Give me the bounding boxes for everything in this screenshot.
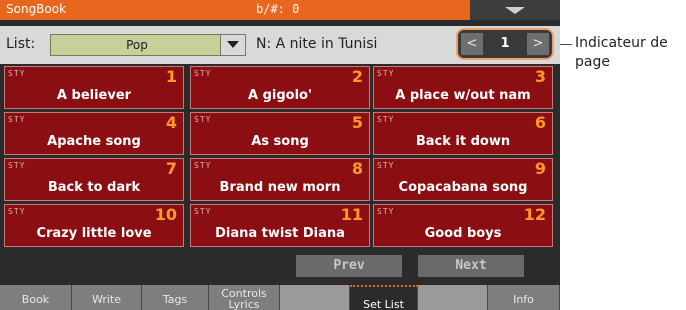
next-button[interactable]: Next — [418, 255, 524, 277]
menu-arrow-icon — [505, 7, 525, 14]
nav-bar: Prev Next — [0, 250, 560, 284]
tile-number: 12 — [523, 205, 546, 224]
sty-badge: STY — [8, 69, 26, 78]
songbook-grid: STY 1 A believer STY 2 A gigolo' STY 3 A… — [4, 64, 557, 249]
prev-button[interactable]: Prev — [296, 255, 402, 277]
page-menu-button[interactable] — [470, 0, 560, 20]
transpose-indicator: b/#: 0 — [256, 2, 300, 16]
tile-number: 5 — [351, 113, 363, 132]
tab-label: Tags — [162, 293, 188, 306]
tab-tags[interactable]: Tags — [142, 285, 209, 310]
sty-badge: STY — [377, 115, 395, 124]
tile-number: 11 — [340, 205, 363, 224]
tab-label: Set List — [363, 298, 404, 310]
annotation-leader-line — [560, 44, 572, 45]
chevron-down-icon — [227, 41, 239, 48]
song-tile[interactable]: STY 7 Back to dark — [4, 158, 184, 201]
tile-title: Copacabana song — [398, 180, 528, 195]
tile-title: Diana twist Diana — [215, 226, 345, 241]
tab-label: Info — [513, 293, 534, 306]
sty-badge: STY — [8, 115, 26, 124]
sty-badge: STY — [8, 207, 26, 216]
list-label: List: — [6, 36, 36, 52]
sty-badge: STY — [8, 161, 26, 170]
list-name: N: A nite in Tunisi — [256, 36, 377, 52]
sty-badge: STY — [194, 69, 212, 78]
tile-number: 7 — [165, 159, 177, 178]
song-tile[interactable]: STY 3 A place w/out nam — [373, 66, 553, 109]
tile-number: 2 — [351, 67, 363, 86]
tile-number: 6 — [534, 113, 546, 132]
tile-title: Brand new morn — [219, 180, 341, 195]
tab-label: Write — [91, 293, 122, 306]
list-name-prefix: N: — [256, 36, 276, 52]
tab-controls-lyrics[interactable]: Controls Lyrics — [209, 285, 280, 310]
tile-title: A gigolo' — [248, 88, 312, 103]
tile-title: Good boys — [424, 226, 502, 241]
page-next-button[interactable]: > — [527, 33, 549, 55]
annotation-text: Indicateur de page — [575, 35, 668, 70]
tab-empty — [280, 285, 350, 310]
list-row: List: Pop N: A nite in Tunisi < 1 > — [0, 26, 560, 64]
sty-badge: STY — [377, 69, 395, 78]
song-tile[interactable]: STY 4 Apache song — [4, 112, 184, 155]
bottom-tabs: Book Write Tags Controls Lyrics Set List… — [0, 285, 560, 310]
page-indicator: < 1 > — [456, 28, 554, 60]
sty-badge: STY — [194, 161, 212, 170]
tab-label: Controls Lyrics — [221, 287, 267, 310]
sty-badge: STY — [194, 115, 212, 124]
list-name-value: A nite in Tunisi — [275, 36, 378, 52]
tile-number: 10 — [154, 205, 177, 224]
song-tile[interactable]: STY 2 A gigolo' — [190, 66, 370, 109]
list-dropdown-button[interactable] — [220, 35, 245, 55]
tab-write[interactable]: Write — [72, 285, 142, 310]
sty-badge: STY — [377, 207, 395, 216]
song-tile[interactable]: STY 5 As song — [190, 112, 370, 155]
song-tile[interactable]: STY 11 Diana twist Diana — [190, 204, 370, 247]
sty-badge: STY — [377, 161, 395, 170]
tile-title: Back it down — [415, 134, 511, 149]
tab-book[interactable]: Book — [0, 285, 72, 310]
song-tile[interactable]: STY 1 A believer — [4, 66, 184, 109]
page-prev-button[interactable]: < — [461, 33, 483, 55]
tile-number: 4 — [165, 113, 177, 132]
tab-label: Book — [21, 293, 50, 306]
app-title: SongBook — [6, 2, 67, 16]
tile-title: Apache song — [47, 134, 141, 149]
song-tile[interactable]: STY 9 Copacabana song — [373, 158, 553, 201]
song-tile[interactable]: STY 10 Crazy little love — [4, 204, 184, 247]
song-tile[interactable]: STY 6 Back it down — [373, 112, 553, 155]
tile-title: Back to dark — [47, 180, 141, 195]
tile-number: 8 — [351, 159, 363, 178]
tile-number: 3 — [534, 67, 546, 86]
title-bar: SongBook b/#: 0 — [0, 0, 560, 20]
tab-info[interactable]: Info — [488, 285, 560, 310]
tile-title: A believer — [56, 88, 132, 103]
tile-title: As song — [251, 134, 309, 149]
tile-title: Crazy little love — [36, 226, 152, 241]
song-tile[interactable]: STY 12 Good boys — [373, 204, 553, 247]
tile-number: 1 — [165, 67, 177, 86]
tab-set-list[interactable]: Set List — [350, 285, 418, 310]
tile-title: A place w/out nam — [395, 88, 531, 103]
page-number: 1 — [500, 36, 510, 51]
tile-number: 9 — [534, 159, 546, 178]
tab-empty — [418, 285, 488, 310]
song-tile[interactable]: STY 8 Brand new morn — [190, 158, 370, 201]
list-select[interactable]: Pop — [50, 34, 246, 56]
songbook-screen: SongBook b/#: 0 List: Pop N: A nite in T… — [0, 0, 560, 310]
sty-badge: STY — [194, 207, 212, 216]
list-selected-value: Pop — [126, 38, 148, 52]
